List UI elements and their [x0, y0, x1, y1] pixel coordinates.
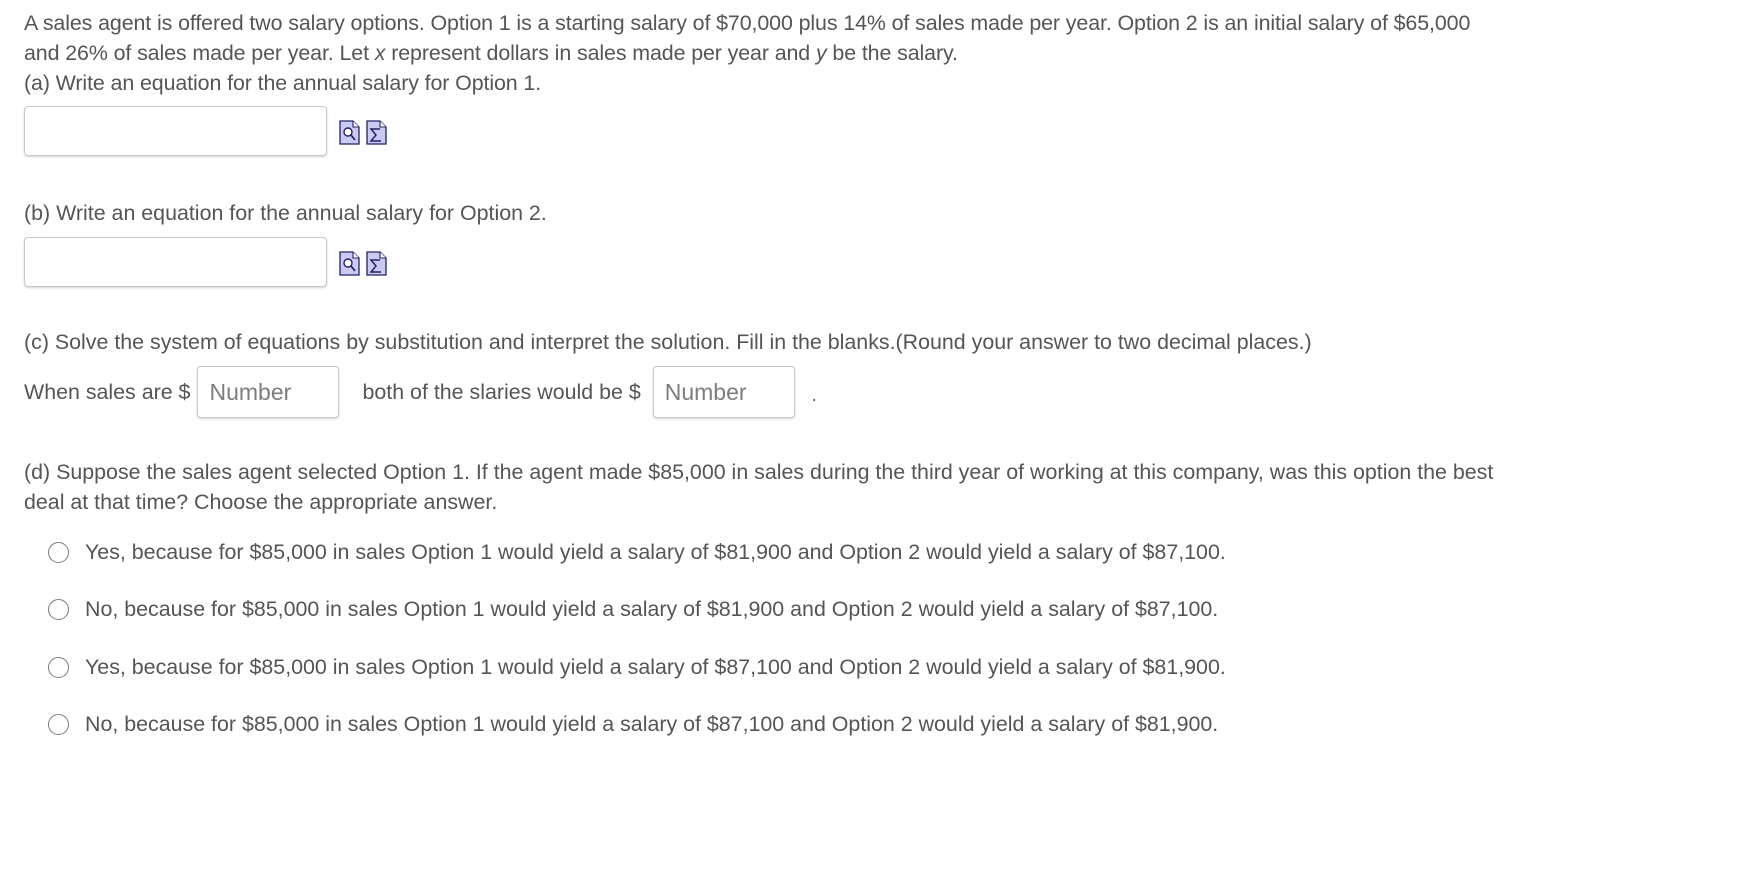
choice-option-4[interactable]: No, because for $85,000 in sales Option … [48, 709, 1226, 741]
variable-x: x [374, 41, 386, 65]
salary-number-input[interactable] [652, 366, 795, 418]
problem-line-2: and 26% of sales made per year. Let x re… [24, 38, 1724, 68]
part-b-answer-row [24, 237, 387, 287]
part-d-label: (d) Suppose the sales agent selected Opt… [24, 457, 1493, 517]
sales-number-input[interactable] [197, 366, 340, 418]
part-b-label: (b) Write an equation for the annual sal… [24, 201, 547, 225]
radio-button[interactable] [48, 656, 69, 678]
radio-button[interactable] [48, 541, 69, 563]
radio-button[interactable] [48, 714, 69, 735]
part-a-equation-input[interactable] [24, 106, 327, 156]
choice-option-2[interactable]: No, because for $85,000 in sales Option … [48, 594, 1226, 626]
problem-line-2-start: and 26% of sales made per year. Let [24, 41, 375, 65]
part-b-equation-input[interactable] [24, 237, 327, 287]
problem-line-2-middle: represent dollars in sales made per year… [385, 41, 816, 65]
preview-icon[interactable] [339, 117, 360, 145]
equation-editor-icon[interactable] [366, 248, 387, 276]
choice-option-3[interactable]: Yes, because for $85,000 in sales Option… [48, 651, 1226, 683]
answer-choices: Yes, because for $85,000 in sales Option… [48, 536, 1226, 766]
equation-editor-icon[interactable] [366, 117, 387, 145]
choice-label: Yes, because for $85,000 in sales Option… [85, 539, 1226, 564]
radio-button[interactable] [48, 599, 69, 620]
problem-statement: A sales agent is offered two salary opti… [24, 8, 1724, 98]
part-c-middle-text: both of the slaries would be $ [362, 379, 641, 404]
part-c-fill-in-row: When sales are $ both of the slaries wou… [24, 366, 817, 418]
part-d-line-2: deal at that time? Choose the appropriat… [24, 490, 498, 514]
part-c-period: . [811, 385, 817, 405]
choice-label: No, because for $85,000 in sales Option … [85, 597, 1219, 621]
part-a-label: (a) Write an equation for the annual sal… [24, 71, 542, 95]
variable-y: y [815, 41, 827, 65]
choice-label: No, because for $85,000 in sales Option … [85, 712, 1219, 736]
problem-line-1: A sales agent is offered two salary opti… [24, 11, 1471, 35]
part-c-label: (c) Solve the system of equations by sub… [24, 330, 1312, 354]
problem-line-2-end: be the salary. [826, 41, 958, 65]
part-d-line-1: (d) Suppose the sales agent selected Opt… [24, 460, 1494, 484]
choice-option-1[interactable]: Yes, because for $85,000 in sales Option… [48, 536, 1226, 568]
choice-label: Yes, because for $85,000 in sales Option… [85, 654, 1226, 679]
part-c-prefix-text: When sales are $ [24, 379, 191, 404]
part-a-answer-row [24, 106, 387, 156]
preview-icon[interactable] [339, 248, 360, 276]
